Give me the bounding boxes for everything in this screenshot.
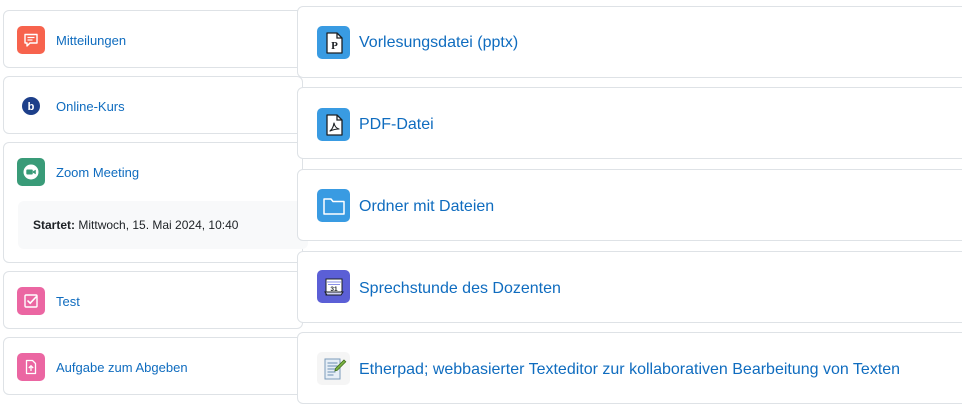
forum-icon[interactable] bbox=[17, 26, 45, 54]
folder-icon[interactable] bbox=[317, 189, 350, 222]
activity-card-sprechstunde: 31 Sprechstunde des Dozenten bbox=[297, 251, 962, 323]
activity-link-ordner[interactable]: Ordner mit Dateien bbox=[359, 198, 494, 216]
activity-link-aufgabe[interactable]: Aufgabe zum Abgeben bbox=[56, 360, 188, 375]
start-label: Startet: bbox=[33, 218, 76, 232]
activity-card-zoom-meeting: Zoom Meeting Startet: Mittwoch, 15. Mai … bbox=[3, 142, 308, 263]
activity-link-zoom-meeting[interactable]: Zoom Meeting bbox=[56, 165, 139, 180]
activity-link-sprechstunde[interactable]: Sprechstunde des Dozenten bbox=[359, 280, 561, 298]
activity-link-etherpad[interactable]: Etherpad; webbasierter Texteditor zur ko… bbox=[359, 361, 900, 379]
quiz-icon[interactable] bbox=[17, 287, 45, 315]
zoom-video-icon[interactable] bbox=[17, 158, 45, 186]
powerpoint-file-icon[interactable]: P bbox=[317, 26, 350, 59]
activity-link-mitteilungen[interactable]: Mitteilungen bbox=[56, 33, 126, 48]
activity-link-pdf-datei[interactable]: PDF-Datei bbox=[359, 116, 434, 134]
start-datetime: Mittwoch, 15. Mai 2024, 10:40 bbox=[78, 218, 239, 232]
activity-card-test: Test bbox=[3, 271, 303, 329]
activity-card-online-kurs: b Online-Kurs bbox=[3, 76, 303, 134]
svg-text:b: b bbox=[28, 101, 35, 113]
activity-link-vorlesungsdatei[interactable]: Vorlesungsdatei (pptx) bbox=[359, 34, 518, 52]
pdf-file-icon[interactable] bbox=[317, 108, 350, 141]
bigbluebutton-icon[interactable]: b bbox=[17, 92, 45, 120]
etherpad-notepad-icon[interactable] bbox=[317, 352, 350, 385]
activity-card-etherpad: Etherpad; webbasierter Texteditor zur ko… bbox=[297, 332, 962, 404]
svg-text:P: P bbox=[331, 40, 338, 52]
scheduler-calendar-icon[interactable]: 31 bbox=[317, 270, 350, 303]
activity-link-online-kurs[interactable]: Online-Kurs bbox=[56, 99, 125, 114]
assignment-icon[interactable] bbox=[17, 353, 45, 381]
activity-card-mitteilungen: Mitteilungen bbox=[3, 10, 303, 68]
activity-card-vorlesungsdatei: P Vorlesungsdatei (pptx) bbox=[297, 6, 962, 78]
activity-link-test[interactable]: Test bbox=[56, 294, 80, 309]
svg-text:31: 31 bbox=[330, 286, 338, 293]
activity-card-pdf-datei: PDF-Datei bbox=[297, 87, 962, 159]
zoom-start-info: Startet: Mittwoch, 15. Mai 2024, 10:40 bbox=[18, 201, 308, 249]
activity-card-aufgabe: Aufgabe zum Abgeben bbox=[3, 337, 303, 395]
activity-card-ordner: Ordner mit Dateien bbox=[297, 169, 962, 241]
